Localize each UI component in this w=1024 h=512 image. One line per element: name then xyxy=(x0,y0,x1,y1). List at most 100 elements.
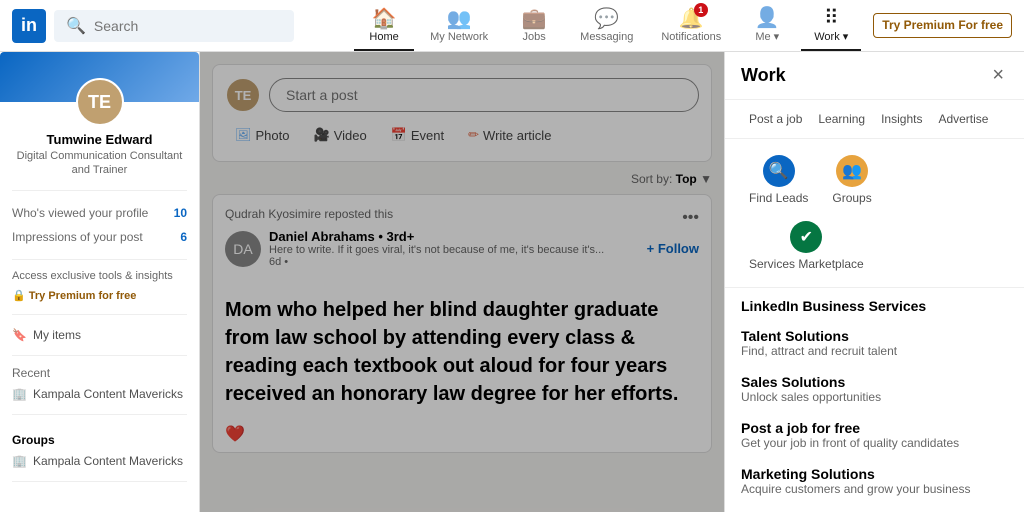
post-header: Qudrah Kyosimire reposted this ••• DA Da… xyxy=(213,195,711,284)
search-input[interactable] xyxy=(94,18,282,34)
search-icon: 🔍 xyxy=(66,16,86,36)
my-items-item[interactable]: 🔖 My items xyxy=(12,325,187,345)
article-icon: ✏ xyxy=(468,127,479,143)
profile-name: Tumwine Edward xyxy=(12,132,187,147)
quick-link-learning[interactable]: Learning xyxy=(810,108,873,130)
event-icon: 📅 xyxy=(391,127,407,143)
recent-section: Recent 🏢 Kampala Content Mavericks xyxy=(12,356,187,415)
quick-link-advertise[interactable]: Advertise xyxy=(930,108,996,130)
nav-item-jobs[interactable]: 💼 Jobs xyxy=(504,1,564,51)
groups-link[interactable]: 👥 Groups xyxy=(820,147,883,213)
post-author-row: DA Daniel Abrahams • 3rd+ Here to write.… xyxy=(225,229,699,268)
photo-button[interactable]: 🖼 Photo xyxy=(225,121,300,149)
nav-item-network[interactable]: 👥 My Network xyxy=(418,1,500,51)
my-items-section: 🔖 My items xyxy=(12,315,187,356)
feed: TE 🖼 Photo 🎥 Video 📅 Event ✏ Wr xyxy=(200,52,724,512)
stat-impressions[interactable]: Impressions of your post 6 xyxy=(12,225,187,249)
nav-work-label: Work ▾ xyxy=(814,30,848,43)
bookmark-icon: 🔖 xyxy=(12,328,27,342)
service-post-job-desc: Get your job in front of quality candida… xyxy=(741,436,1008,450)
find-leads-label: Find Leads xyxy=(749,191,808,205)
post-time: 6d • xyxy=(269,256,604,268)
nav-item-me[interactable]: 👤 Me ▾ xyxy=(737,0,797,51)
post-input-row: TE xyxy=(225,77,699,113)
me-icon: 👤 xyxy=(755,6,780,30)
premium-link[interactable]: Try Premium for free xyxy=(12,290,136,302)
service-marketing[interactable]: Marketing Solutions Acquire customers an… xyxy=(725,458,1024,504)
linkedin-logo[interactable]: in xyxy=(12,9,46,43)
nav-item-work[interactable]: ⠿ Work ▾ xyxy=(801,0,861,51)
recent-item-label-0: Kampala Content Mavericks xyxy=(33,387,183,401)
post-avatar: TE xyxy=(225,77,261,113)
avatar[interactable]: TE xyxy=(76,78,124,126)
feed-controls: Sort by: Top ▼ xyxy=(212,172,712,186)
post-more-icon[interactable]: ••• xyxy=(682,209,699,227)
follow-button[interactable]: + Follow xyxy=(647,241,699,256)
nav-item-home[interactable]: 🏠 Home xyxy=(354,1,414,51)
work-quick-text-links: Post a job Learning Insights Advertise xyxy=(725,100,1024,139)
nav-item-messaging[interactable]: 💬 Messaging xyxy=(568,1,645,51)
recent-label: Recent xyxy=(12,366,187,380)
service-talent[interactable]: Talent Solutions Find, attract and recru… xyxy=(725,320,1024,366)
repost-meta: Qudrah Kyosimire reposted this xyxy=(225,207,393,221)
sort-arrow-icon: ▼ xyxy=(700,172,712,186)
groups-section: Groups 🏢 Kampala Content Mavericks xyxy=(12,415,187,482)
service-marketing-desc: Acquire customers and grow your business xyxy=(741,482,1008,496)
navbar: in 🔍 🏠 Home 👥 My Network 💼 Jobs 💬 Messag… xyxy=(0,0,1024,52)
sort-label: Sort by: xyxy=(631,172,672,186)
sort-value[interactable]: Top xyxy=(676,172,697,186)
groups-label: Groups xyxy=(832,191,871,205)
nav-home-label: Home xyxy=(369,31,398,43)
profile-stats: Who's viewed your profile 10 Impressions… xyxy=(12,191,187,260)
stat-views[interactable]: Who's viewed your profile 10 xyxy=(12,201,187,225)
quick-link-insights[interactable]: Insights xyxy=(873,108,930,130)
video-label: Video xyxy=(334,128,367,143)
nav-item-notifications[interactable]: 🔔 1 Notifications xyxy=(649,1,733,51)
recent-item-0[interactable]: 🏢 Kampala Content Mavericks xyxy=(12,384,187,404)
groups-icon: 👥 xyxy=(836,155,868,187)
premium-section: Access exclusive tools & insights Try Pr… xyxy=(12,260,187,315)
jobs-icon: 💼 xyxy=(522,7,547,31)
nav-notifications-label: Notifications xyxy=(661,31,721,43)
service-post-job[interactable]: Post a job for free Get your job in fron… xyxy=(725,412,1024,458)
notifications-badge: 1 xyxy=(694,3,708,17)
post-author-avatar: DA xyxy=(225,231,261,267)
close-button[interactable]: × xyxy=(988,64,1008,87)
photo-icon: 🖼 xyxy=(235,127,252,143)
nav-me-label: Me ▾ xyxy=(755,30,779,43)
search-bar[interactable]: 🔍 xyxy=(54,10,294,42)
nav-jobs-label: Jobs xyxy=(523,31,546,43)
find-leads-icon: 🔍 xyxy=(763,155,795,187)
post-author-name[interactable]: Daniel Abrahams • 3rd+ xyxy=(269,229,604,244)
service-learning[interactable]: Learning Solutions Develop talent across… xyxy=(725,504,1024,512)
event-button[interactable]: 📅 Event xyxy=(381,121,454,149)
post-content-text: Mom who helped her blind daughter gradua… xyxy=(213,284,711,424)
quick-link-post-job[interactable]: Post a job xyxy=(741,108,810,130)
post-reaction: ❤️ xyxy=(213,424,711,452)
service-talent-desc: Find, attract and recruit talent xyxy=(741,344,1008,358)
premium-button[interactable]: Try Premium For free xyxy=(873,13,1012,39)
post-box: TE 🖼 Photo 🎥 Video 📅 Event ✏ Wr xyxy=(212,64,712,162)
left-sidebar: TE Tumwine Edward Digital Communication … xyxy=(0,52,200,512)
my-items-label: My items xyxy=(33,328,81,342)
write-article-button[interactable]: ✏ Write article xyxy=(458,121,561,149)
post-actions: 🖼 Photo 🎥 Video 📅 Event ✏ Write article xyxy=(225,121,699,149)
video-icon: 🎥 xyxy=(314,127,330,143)
post-input[interactable] xyxy=(269,78,699,112)
post-author-info: Daniel Abrahams • 3rd+ Here to write. If… xyxy=(269,229,604,268)
service-marketing-name: Marketing Solutions xyxy=(741,466,1008,482)
group-item-0[interactable]: 🏢 Kampala Content Mavericks xyxy=(12,451,187,471)
photo-label: Photo xyxy=(256,128,290,143)
services-marketplace-link[interactable]: ✔ Services Marketplace xyxy=(737,213,876,279)
business-section-title: LinkedIn Business Services xyxy=(725,288,1024,320)
work-panel-title: Work xyxy=(741,65,786,86)
find-leads-link[interactable]: 🔍 Find Leads xyxy=(737,147,820,213)
service-sales[interactable]: Sales Solutions Unlock sales opportuniti… xyxy=(725,366,1024,412)
work-grid-icon: ⠿ xyxy=(824,6,839,30)
stat-views-label: Who's viewed your profile xyxy=(12,206,148,220)
stat-impressions-value: 6 xyxy=(180,230,187,244)
video-button[interactable]: 🎥 Video xyxy=(304,121,377,149)
article-label: Write article xyxy=(483,128,551,143)
premium-prompt: Access exclusive tools & insights xyxy=(12,270,187,282)
service-post-job-name: Post a job for free xyxy=(741,420,1008,436)
